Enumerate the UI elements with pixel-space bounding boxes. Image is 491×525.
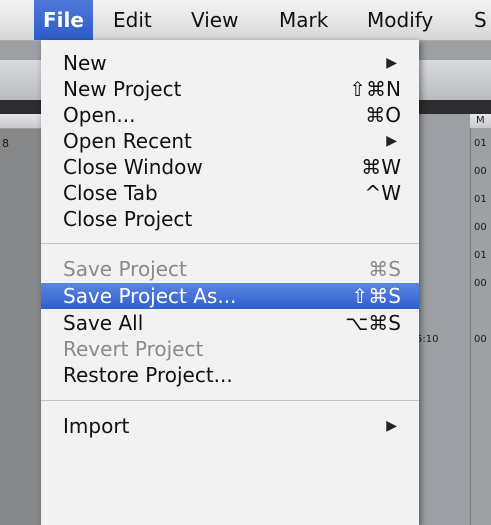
menu-item-import[interactable]: Import ▶ — [41, 413, 419, 439]
background-cell-value: 00 — [474, 334, 487, 345]
keyboard-shortcut: ⌘S — [368, 257, 401, 281]
menu-separator — [41, 400, 419, 401]
keyboard-shortcut: ⌘O — [365, 103, 401, 127]
background-column-header-label: M — [476, 115, 485, 126]
menu-item-label: Close Window — [63, 155, 203, 179]
menu-item-close-window[interactable]: Close Window ⌘W — [41, 154, 419, 180]
menu-file[interactable]: File — [34, 0, 93, 40]
menu-item-new[interactable]: New ▶ — [41, 50, 419, 76]
menu-item-revert-project: Revert Project — [41, 336, 419, 362]
menu-truncated[interactable]: S — [474, 0, 487, 40]
submenu-arrow-icon: ▶ — [386, 133, 397, 149]
menu-item-label: Revert Project — [63, 337, 204, 361]
menu-view[interactable]: View — [191, 0, 238, 40]
menu-item-label: Restore Project... — [63, 363, 233, 387]
menu-bar: File Edit View Mark Modify S — [0, 0, 491, 41]
background-cell-value: 01 — [474, 194, 487, 205]
menu-item-new-project[interactable]: New Project ⇧⌘N — [41, 76, 419, 102]
menu-item-label: New Project — [63, 77, 182, 101]
menu-item-save-project: Save Project ⌘S — [41, 256, 419, 282]
menu-item-open[interactable]: Open... ⌘O — [41, 102, 419, 128]
keyboard-shortcut: ⌘W — [361, 155, 401, 179]
file-menu-dropdown: New ▶ New Project ⇧⌘N Open... ⌘O Open Re… — [41, 40, 419, 525]
menu-item-label: Import — [63, 414, 130, 438]
background-cell-value: 01 — [474, 138, 487, 149]
submenu-arrow-icon: ▶ — [386, 55, 397, 71]
menu-item-label: Open Recent — [63, 129, 192, 153]
menu-item-label: Save All — [63, 311, 144, 335]
menu-item-label: Save Project — [63, 257, 187, 281]
menu-item-label: New — [63, 51, 107, 75]
menu-item-save-all[interactable]: Save All ⌥⌘S — [41, 310, 419, 336]
keyboard-shortcut: ⌥⌘S — [345, 311, 401, 335]
background-cell-value: 00 — [474, 278, 487, 289]
menu-item-open-recent[interactable]: Open Recent ▶ — [41, 128, 419, 154]
menu-edit[interactable]: Edit — [113, 0, 152, 40]
submenu-arrow-icon: ▶ — [386, 418, 397, 434]
background-cell-value: 00 — [474, 166, 487, 177]
keyboard-shortcut: ⇧⌘N — [349, 77, 401, 101]
menu-separator — [41, 243, 419, 244]
keyboard-shortcut: ^W — [364, 181, 401, 205]
menu-item-label: Close Tab — [63, 181, 158, 205]
background-cell-value: 00 — [474, 222, 487, 233]
menu-item-label: Save Project As... — [63, 284, 237, 308]
menu-item-restore-project[interactable]: Restore Project... — [41, 362, 419, 388]
background-cell-value: 01 — [474, 250, 487, 261]
menu-mark[interactable]: Mark — [279, 0, 328, 40]
background-row-number: 8 — [2, 137, 9, 150]
menu-modify[interactable]: Modify — [367, 0, 433, 40]
keyboard-shortcut: ⇧⌘S — [351, 284, 401, 308]
menu-item-label: Close Project — [63, 207, 193, 231]
background-timecode: 5:10 — [416, 334, 439, 345]
menu-item-save-project-as[interactable]: Save Project As... ⇧⌘S — [41, 283, 419, 309]
menu-item-close-tab[interactable]: Close Tab ^W — [41, 180, 419, 206]
menu-item-label: Open... — [63, 103, 136, 127]
menu-item-close-project[interactable]: Close Project — [41, 206, 419, 232]
